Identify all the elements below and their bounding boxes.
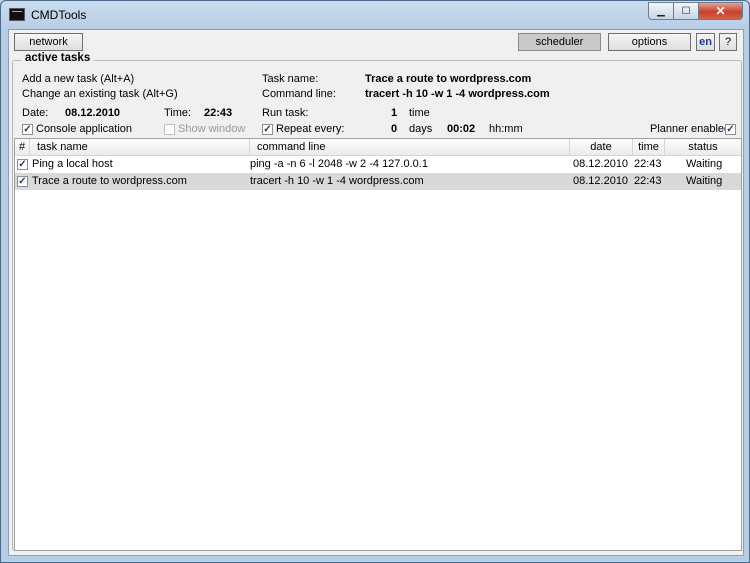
row-date: 08.12.2010 bbox=[573, 158, 629, 170]
add-task-link[interactable]: Add a new task (Alt+A) bbox=[22, 73, 134, 85]
app-window: CMDTools ▁ ☐ ✕ network scheduler options… bbox=[0, 0, 750, 563]
repeat-time-value[interactable]: 00:02 bbox=[447, 123, 475, 135]
window-title: CMDTools bbox=[31, 8, 87, 22]
row-command: tracert -h 10 -w 1 -4 wordpress.com bbox=[250, 175, 424, 187]
show-window-checkbox[interactable] bbox=[164, 124, 175, 135]
row-time: 22:43 bbox=[634, 158, 662, 170]
maximize-button[interactable]: ☐ bbox=[674, 2, 699, 20]
planner-enabled-label: Planner enabled bbox=[650, 123, 731, 135]
minimize-button[interactable]: ▁ bbox=[648, 2, 674, 20]
active-tasks-legend: active tasks bbox=[21, 52, 95, 64]
run-task-label: Run task: bbox=[262, 107, 309, 119]
table-header: # task name command line date time statu… bbox=[15, 139, 741, 156]
console-app-label: Console application bbox=[36, 123, 133, 135]
options-button[interactable]: options bbox=[608, 33, 691, 51]
tasks-table[interactable]: # task name command line date time statu… bbox=[14, 138, 742, 551]
date-value[interactable]: 08.12.2010 bbox=[65, 107, 120, 119]
row-status: Waiting bbox=[686, 158, 723, 170]
task-name-value[interactable]: Trace a route to wordpress.com bbox=[365, 73, 531, 85]
table-row[interactable]: ✓ Trace a route to wordpress.com tracert… bbox=[15, 173, 741, 190]
col-task-name[interactable]: task name bbox=[30, 139, 250, 155]
command-line-label: Command line: bbox=[262, 88, 336, 100]
table-row[interactable]: ✓ Ping a local host ping -a -n 6 -l 2048… bbox=[15, 156, 741, 173]
row-task-name: Trace a route to wordpress.com bbox=[32, 175, 187, 187]
col-status[interactable]: status bbox=[665, 139, 741, 155]
show-window-label: Show window bbox=[178, 123, 246, 135]
col-command-line[interactable]: command line bbox=[250, 139, 570, 155]
repeat-time-unit: hh:mm bbox=[489, 123, 523, 135]
close-icon: ✕ bbox=[715, 4, 726, 18]
time-value[interactable]: 22:43 bbox=[204, 107, 232, 119]
repeat-days-value[interactable]: 0 bbox=[391, 123, 397, 135]
minimize-icon: ▁ bbox=[657, 5, 665, 17]
maximize-icon: ☐ bbox=[681, 5, 691, 17]
language-button[interactable]: en bbox=[696, 33, 715, 51]
console-app-icon bbox=[9, 8, 25, 21]
repeat-label: Repeat every: bbox=[276, 123, 345, 135]
task-name-label: Task name: bbox=[262, 73, 319, 85]
row-status: Waiting bbox=[686, 175, 723, 187]
row-time: 22:43 bbox=[634, 175, 662, 187]
row-date: 08.12.2010 bbox=[573, 175, 629, 187]
console-app-checkbox[interactable]: ✓ bbox=[22, 124, 33, 135]
days-label: days bbox=[409, 123, 433, 135]
row-checkbox[interactable]: ✓ bbox=[17, 176, 28, 187]
col-time[interactable]: time bbox=[633, 139, 665, 155]
change-task-link[interactable]: Change an existing task (Alt+G) bbox=[22, 88, 178, 100]
run-task-unit: time bbox=[409, 107, 430, 119]
close-button[interactable]: ✕ bbox=[699, 2, 743, 20]
help-button[interactable]: ? bbox=[719, 33, 737, 51]
date-label: Date: bbox=[22, 107, 49, 119]
time-label: Time: bbox=[164, 107, 192, 119]
client-area: network scheduler options en ? active ta… bbox=[8, 29, 744, 556]
network-button[interactable]: network bbox=[14, 33, 83, 51]
run-task-count[interactable]: 1 bbox=[391, 107, 397, 119]
row-checkbox[interactable]: ✓ bbox=[17, 159, 28, 170]
planner-enabled-checkbox[interactable]: ✓ bbox=[725, 124, 736, 135]
title-bar[interactable]: CMDTools ▁ ☐ ✕ bbox=[1, 1, 749, 29]
row-command: ping -a -n 6 -l 2048 -w 2 -4 127.0.0.1 bbox=[250, 158, 428, 170]
command-line-value[interactable]: tracert -h 10 -w 1 -4 wordpress.com bbox=[365, 88, 550, 100]
row-task-name: Ping a local host bbox=[32, 158, 113, 170]
col-number[interactable]: # bbox=[15, 139, 30, 155]
col-date[interactable]: date bbox=[570, 139, 633, 155]
repeat-checkbox[interactable]: ✓ bbox=[262, 124, 273, 135]
scheduler-button[interactable]: scheduler bbox=[518, 33, 601, 51]
